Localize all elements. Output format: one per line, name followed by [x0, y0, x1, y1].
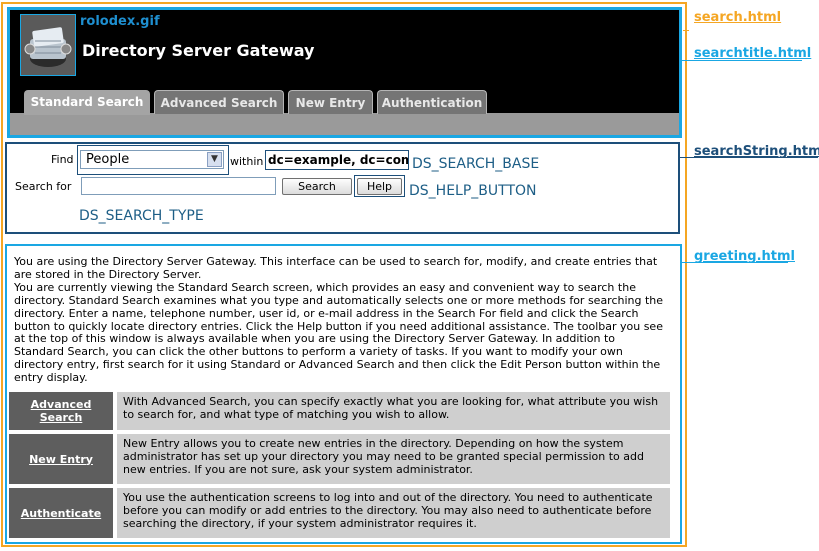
ds-search-base-annotation: DS_SEARCH_BASE: [412, 156, 540, 172]
help-button[interactable]: Help: [357, 178, 402, 195]
authenticate-link[interactable]: Authenticate: [9, 488, 113, 538]
logo-filename-label: rolodex.gif: [80, 14, 160, 29]
chevron-down-icon[interactable]: ▼: [207, 152, 222, 167]
ds-help-button-annotation: DS_HELP_BUTTON: [409, 183, 537, 199]
search-html-connector: [683, 30, 689, 31]
tab-authentication[interactable]: Authentication: [377, 90, 487, 114]
searchstring-html-connector: [680, 157, 818, 158]
search-base-field[interactable]: dc=example, dc=com: [265, 150, 409, 170]
search-for-label: Search for: [15, 180, 72, 193]
greeting-html-connector: [682, 262, 788, 263]
find-label: Find: [51, 153, 74, 166]
searchtitle-html-label: searchtitle.html: [694, 46, 812, 61]
search-input[interactable]: [81, 177, 276, 195]
search-type-value: People: [86, 152, 130, 167]
authenticate-description: You use the authentication screens to lo…: [117, 488, 670, 538]
rolodex-icon: [20, 14, 76, 76]
greeting-intro: You are using the Directory Server Gatew…: [14, 255, 658, 281]
search-html-label: search.html: [694, 10, 782, 25]
new-entry-link[interactable]: New Entry: [9, 434, 113, 484]
app-title: Directory Server Gateway: [82, 41, 315, 60]
tab-standard-search[interactable]: Standard Search: [24, 90, 150, 115]
tab-new-entry[interactable]: New Entry: [288, 90, 373, 114]
tab-advanced-search[interactable]: Advanced Search: [154, 90, 284, 114]
advanced-search-description: With Advanced Search, you can specify ex…: [117, 392, 670, 430]
ds-search-type-annotation: DS_SEARCH_TYPE: [79, 208, 204, 224]
search-type-select[interactable]: People ▼: [80, 150, 224, 169]
advanced-search-link[interactable]: Advanced Search: [9, 392, 113, 430]
new-entry-description: New Entry allows you to create new entri…: [117, 434, 670, 484]
greeting-body: You are currently viewing the Standard S…: [14, 280, 664, 385]
searchtitle-html-connector: [682, 60, 802, 61]
search-button[interactable]: Search: [282, 178, 352, 195]
greeting-text: You are using the Directory Server Gatew…: [14, 255, 668, 385]
within-label: within: [230, 155, 264, 168]
